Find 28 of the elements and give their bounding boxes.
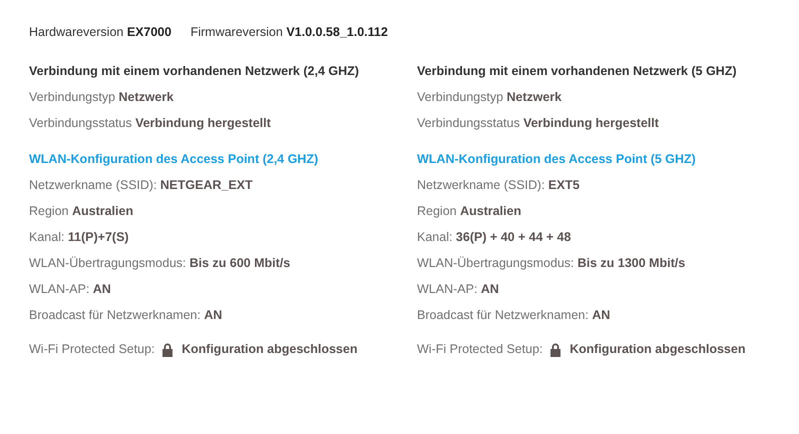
- wps-status: Konfiguration abgeschlossen: [182, 342, 358, 356]
- setting-text: Region Australien: [29, 203, 134, 220]
- status-text: Verbindungsstatus Verbindung hergestellt: [417, 115, 660, 132]
- section-title: WLAN-Konfiguration des Access Point (5 GHZ): [417, 151, 697, 168]
- section-title: Verbindung mit einem vorhandenen Netzwerk (5 GHZ): [417, 63, 738, 80]
- setting-text: Broadcast für Netzwerknamen: AN: [417, 307, 612, 324]
- section-title: Verbindung mit einem vorhandenen Netzwerk (2,4 GHZ): [29, 63, 360, 80]
- section-title: WLAN-Konfiguration des Access Point (2,4 GHZ): [29, 151, 320, 168]
- version-text: Firmwareversion V1.0.0.58_1.0.112: [190, 25, 388, 39]
- setting-text: WLAN-Übertragungsmodus: Bis zu 1300 Mbit/s: [417, 255, 686, 272]
- wps-label: Wi-Fi Protected Setup:: [417, 342, 543, 356]
- setting-text: Region Australien: [417, 203, 522, 220]
- setting-text: Netzwerkname (SSID): NETGEAR_EXT: [29, 177, 254, 194]
- wps-status: Konfiguration abgeschlossen: [570, 342, 746, 356]
- version-text: Hardwareversion EX7000: [29, 25, 172, 39]
- setting-text: WLAN-AP: AN: [29, 281, 112, 298]
- status-text: Verbindungsstatus Verbindung hergestellt: [29, 115, 272, 132]
- lock-icon: [160, 342, 174, 356]
- lock-icon: [548, 342, 562, 356]
- setting-text: Kanal: 11(P)+7(S): [29, 229, 130, 246]
- setting-text: Kanal: 36(P) + 40 + 44 + 48: [417, 229, 572, 246]
- status-text: Verbindungstyp Netzwerk: [417, 89, 563, 106]
- wps-label: Wi-Fi Protected Setup:: [29, 342, 155, 356]
- setting-text: WLAN-AP: AN: [417, 281, 500, 298]
- status-text: Verbindungstyp Netzwerk: [29, 89, 175, 106]
- setting-text: Broadcast für Netzwerknamen: AN: [29, 307, 224, 324]
- setting-text: WLAN-Übertragungsmodus: Bis zu 600 Mbit/s: [29, 255, 292, 272]
- setting-text: Netzwerkname (SSID): EXT5: [417, 177, 581, 194]
